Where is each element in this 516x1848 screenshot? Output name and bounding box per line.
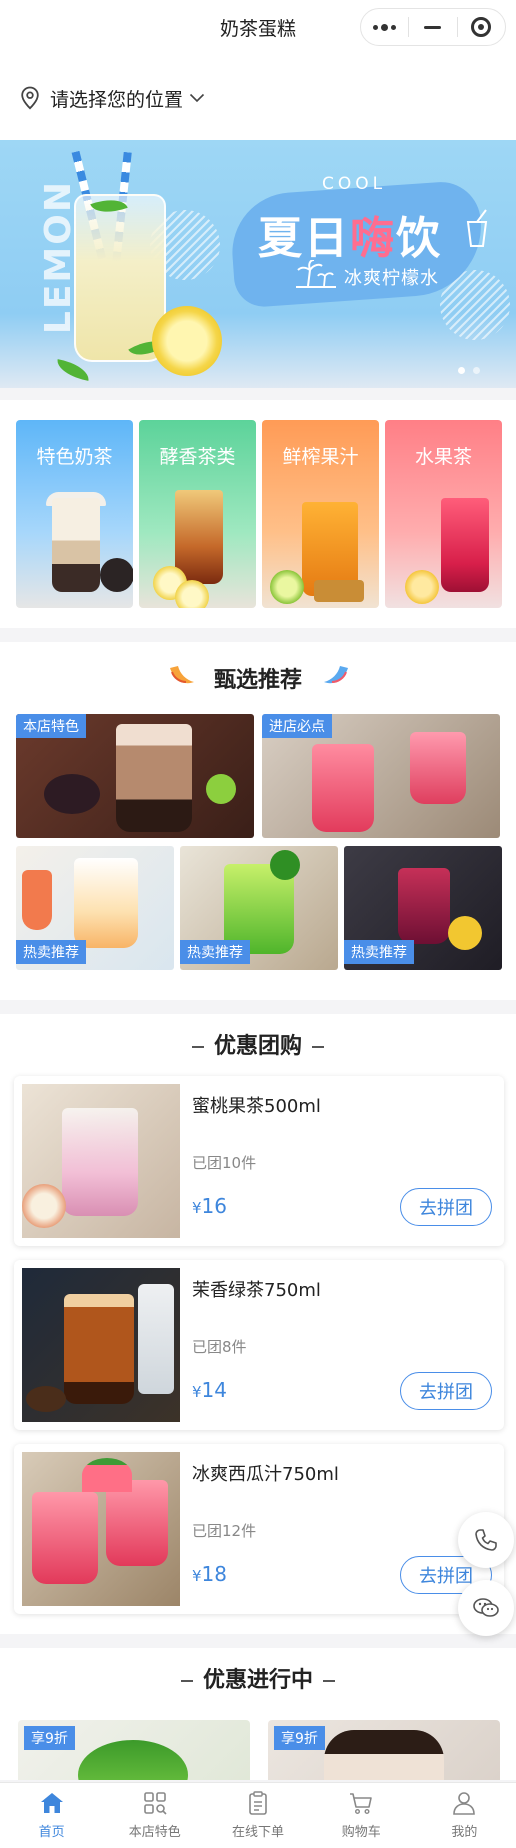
promotions-section: 优惠进行中 享9折 享9折: [0, 1648, 516, 1780]
tile-tag: 热卖推荐: [344, 940, 414, 964]
product-name: 蜜桃果茶500ml: [192, 1096, 321, 1117]
promo-banner[interactable]: LEMON COOL 夏日嗨饮 冰爽柠檬水: [0, 140, 516, 388]
nav-bar: 奶茶蛋糕: [0, 0, 516, 56]
palm-tree-icon: [296, 260, 336, 288]
lemon-image: [152, 306, 222, 376]
tab-label: 首页: [38, 1825, 65, 1840]
minimize-button[interactable]: [409, 9, 456, 45]
product-image: [22, 1452, 180, 1606]
tab-store-specials[interactable]: 本店特色: [103, 1783, 206, 1848]
category-label: 酵香茶类: [159, 446, 236, 468]
tab-label: 本店特色: [128, 1825, 181, 1840]
drink-cup-icon: [466, 209, 488, 247]
recommend-tile-mojito[interactable]: 热卖推荐: [180, 846, 338, 970]
category-card-fresh-juice[interactable]: 鲜榨果汁: [262, 420, 379, 608]
tab-mine[interactable]: 我的: [413, 1783, 516, 1848]
recommend-tile-lemonade[interactable]: 热卖推荐: [16, 846, 174, 970]
location-selector[interactable]: 请选择您的位置: [0, 56, 516, 140]
user-icon: [453, 1792, 476, 1815]
bottom-tab-bar: 首页 本店特色 在线下单 购物车 我的: [0, 1782, 516, 1848]
phone-call-button[interactable]: [458, 1512, 514, 1568]
tile-tag: 热卖推荐: [16, 940, 86, 964]
minus-icon: [424, 25, 442, 29]
phone-icon: [475, 1529, 497, 1551]
tab-home[interactable]: 首页: [0, 1783, 103, 1848]
banner-subtitle: 冰爽柠檬水: [344, 268, 439, 289]
swirl-right-icon: [324, 666, 348, 684]
tab-label: 购物车: [341, 1825, 381, 1840]
group-buy-card[interactable]: 茉香绿茶750ml 已团8件 ¥14 去拼团: [14, 1260, 504, 1430]
category-label: 水果茶: [414, 446, 472, 468]
product-image: [22, 1084, 180, 1238]
location-label: 请选择您的位置: [50, 88, 184, 111]
product-price: ¥14: [192, 1378, 227, 1402]
tile-tag: 本店特色: [16, 714, 86, 738]
recommend-tile-milk-tea[interactable]: 本店特色: [16, 714, 254, 838]
product-name: 冰爽西瓜汁750ml: [192, 1464, 339, 1485]
more-dots-icon: [373, 23, 397, 31]
group-buy-card[interactable]: 蜜桃果茶500ml 已团10件 ¥16 去拼团: [14, 1076, 504, 1246]
category-label: 特色奶茶: [36, 446, 113, 468]
group-buy-card[interactable]: 冰爽西瓜汁750ml 已团12件 ¥18 去拼团: [14, 1444, 504, 1614]
more-button[interactable]: [361, 9, 408, 45]
recommend-tile-fruit-tea[interactable]: 进店必点: [262, 714, 500, 838]
banner-pagination: [458, 367, 480, 374]
product-name: 茉香绿茶750ml: [192, 1280, 321, 1301]
group-buy-section: 优惠团购 蜜桃果茶500ml 已团10件 ¥16 去拼团 茉香绿茶750ml 已…: [0, 1014, 516, 1634]
category-card-fermented-tea[interactable]: 酵香茶类: [139, 420, 256, 608]
banner-side-word: LEMON: [38, 180, 79, 335]
tab-label: 在线下单: [232, 1825, 285, 1840]
sold-count: 已团12件: [192, 1522, 257, 1540]
target-icon: [471, 17, 492, 37]
banner-small-word: COOL: [322, 174, 387, 194]
discount-tag: 享9折: [24, 1726, 75, 1750]
tab-cart[interactable]: 购物车: [310, 1783, 413, 1848]
home-icon: [40, 1793, 63, 1813]
promotions-title: 优惠进行中: [0, 1662, 516, 1694]
tab-label: 我的: [451, 1825, 478, 1840]
recommend-title: 甄选推荐: [213, 668, 302, 693]
promotion-card[interactable]: 享9折: [18, 1720, 250, 1780]
location-pin-icon: [21, 86, 39, 110]
chat-icon: [473, 1598, 499, 1617]
product-price: ¥16: [192, 1194, 227, 1218]
category-label: 鲜榨果汁: [282, 446, 359, 468]
tile-tag: 热卖推荐: [180, 940, 250, 964]
product-image: [22, 1268, 180, 1422]
category-card-milk-tea[interactable]: 特色奶茶: [16, 420, 133, 608]
wechat-contact-button[interactable]: [458, 1580, 514, 1636]
cart-icon: [350, 1793, 373, 1815]
clipboard-icon: [249, 1791, 267, 1815]
grid-icon: [143, 1792, 167, 1815]
join-group-button[interactable]: 去拼团: [400, 1372, 492, 1410]
tab-online-order[interactable]: 在线下单: [206, 1783, 309, 1848]
category-list: 特色奶茶 酵香茶类 鲜榨果汁 水果茶: [0, 400, 516, 628]
close-button[interactable]: [458, 9, 505, 45]
join-group-button[interactable]: 去拼团: [400, 1188, 492, 1226]
recommend-tile-berry[interactable]: 热卖推荐: [344, 846, 502, 970]
product-price: ¥18: [192, 1562, 227, 1586]
banner-headline: 夏日嗨饮: [258, 213, 442, 264]
sold-count: 已团8件: [192, 1338, 247, 1356]
mini-program-capsule: [360, 8, 506, 46]
discount-tag: 享9折: [274, 1726, 325, 1750]
promotion-card[interactable]: 享9折: [268, 1720, 500, 1780]
chevron-down-icon: [189, 93, 205, 103]
sold-count: 已团10件: [192, 1154, 257, 1172]
tile-tag: 进店必点: [262, 714, 332, 738]
group-buy-title: 优惠团购: [0, 1028, 516, 1060]
category-card-fruit-tea[interactable]: 水果茶: [385, 420, 502, 608]
recommend-section: 甄选推荐 本店特色 进店必点 热卖推荐 热卖推荐 热卖推荐: [0, 642, 516, 1000]
